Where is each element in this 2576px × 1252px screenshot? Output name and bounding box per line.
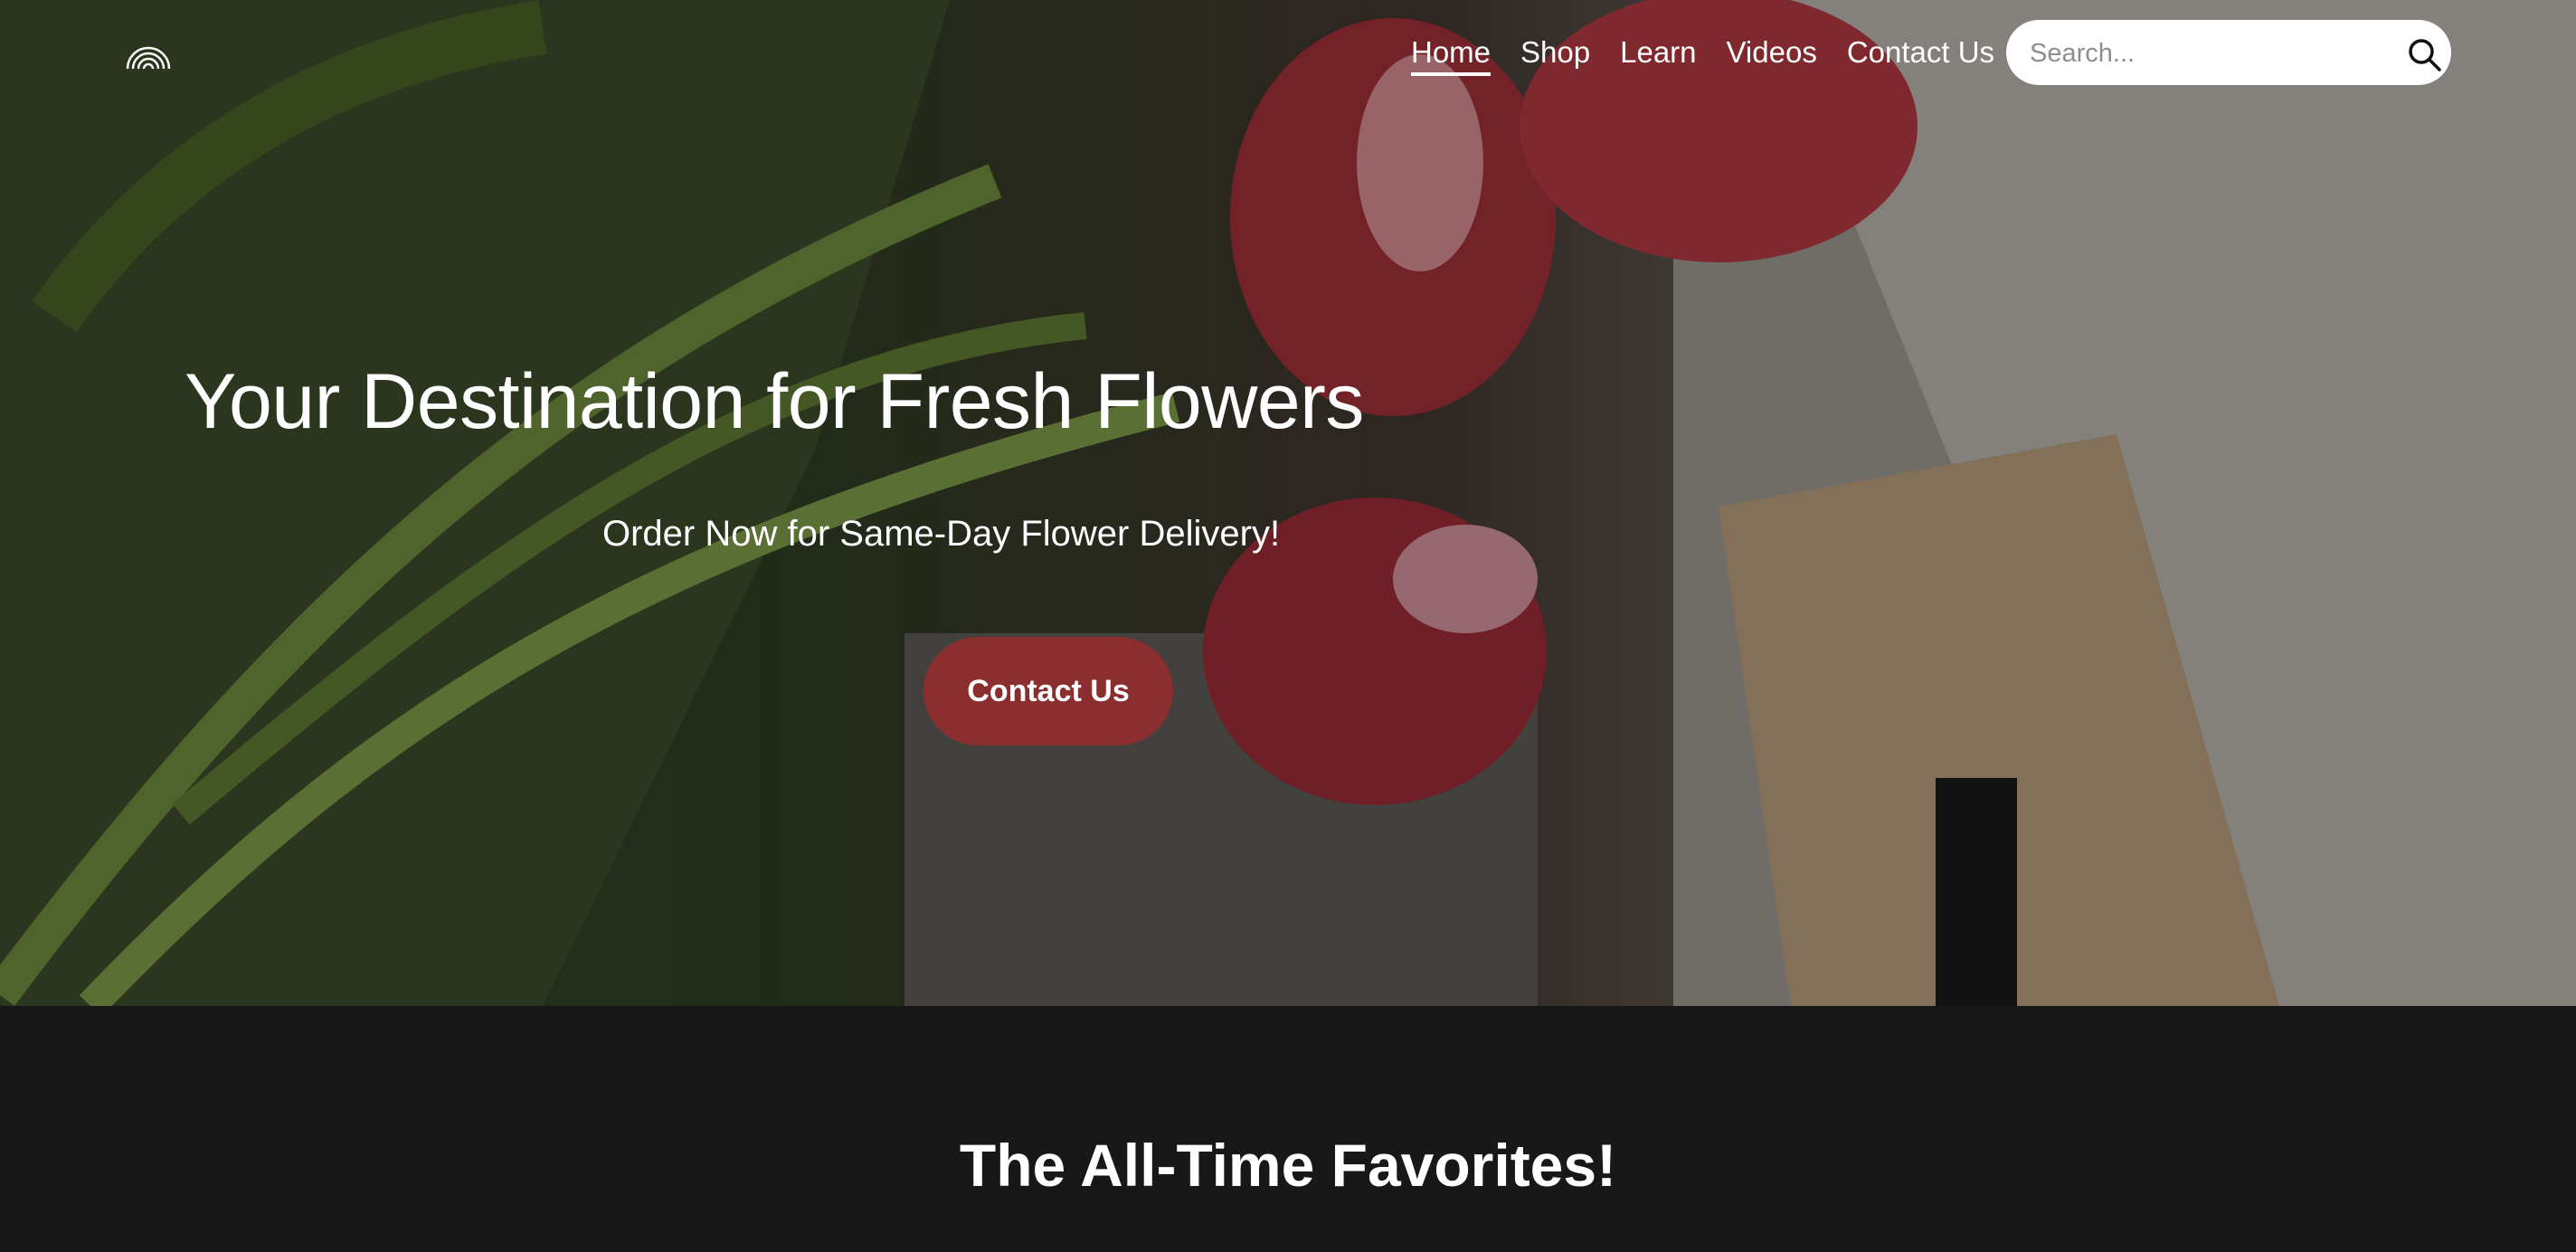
hero-section: Home Shop Learn Videos Contact Us Your D… [0, 0, 2576, 1006]
nav-item-shop[interactable]: Shop [1520, 33, 1590, 72]
contact-us-button[interactable]: Contact Us [923, 637, 1173, 745]
main-nav: Home Shop Learn Videos Contact Us [1411, 33, 2024, 76]
favorites-title: The All-Time Favorites! [959, 1132, 1617, 1199]
nav-item-learn[interactable]: Learn [1620, 33, 1696, 72]
nav-item-home[interactable]: Home [1411, 33, 1492, 76]
hero-dark-overlay [0, 0, 2576, 1006]
search-box [2006, 20, 2451, 85]
favorites-section [0, 1006, 2576, 1252]
rainbow-arcs-logo[interactable] [125, 43, 172, 71]
hero-subtitle: Order Now for Same-Day Flower Delivery! [602, 514, 1281, 554]
search-icon[interactable] [2408, 38, 2442, 72]
search-input[interactable] [2028, 31, 2393, 76]
nav-item-videos[interactable]: Videos [1727, 33, 1817, 72]
nav-item-contact-us[interactable]: Contact Us [1847, 33, 1994, 72]
hero-title: Your Destination for Fresh Flowers [185, 358, 1364, 445]
